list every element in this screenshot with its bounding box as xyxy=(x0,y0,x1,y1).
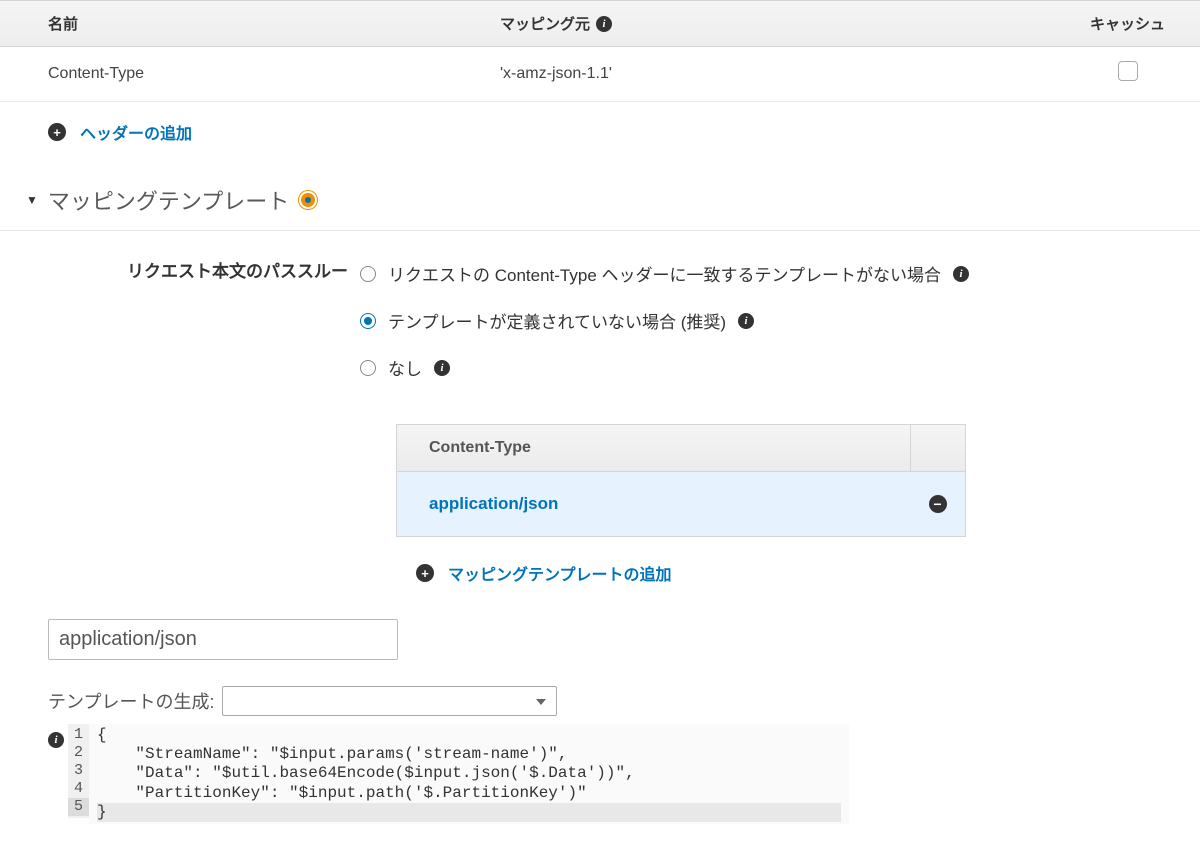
code-editor[interactable]: i 12345 { "StreamName": "$input.params('… xyxy=(48,724,1180,824)
radio-option-none[interactable]: なし i xyxy=(360,349,1180,396)
info-icon[interactable]: i xyxy=(434,360,450,376)
template-editor-block: テンプレートの生成: i 12345 { "StreamName": "$inp… xyxy=(0,591,1200,824)
column-source-label: マッピング元 xyxy=(500,13,590,34)
radio-option-no-template[interactable]: テンプレートが定義されていない場合 (推奨) i xyxy=(360,302,1180,349)
radio-icon[interactable] xyxy=(360,313,376,329)
content-type-header-label: Content-Type xyxy=(429,439,910,457)
add-template-row[interactable]: + マッピングテンプレートの追加 xyxy=(396,555,1200,591)
column-source: マッピング元 i xyxy=(480,1,1055,46)
passthrough-radio-group: リクエストの Content-Type ヘッダーに一致するテンプレートがない場合… xyxy=(360,255,1180,396)
generate-template-row: テンプレートの生成: xyxy=(48,686,1180,716)
radio-label: なし xyxy=(388,355,422,380)
table-row: Content-Type 'x-amz-json-1.1' xyxy=(0,47,1200,102)
add-header-link[interactable]: ヘッダーの追加 xyxy=(80,120,192,144)
code-info: i xyxy=(48,724,68,748)
generate-label: テンプレートの生成: xyxy=(48,688,214,714)
passthrough-section: リクエスト本文のパススルー リクエストの Content-Type ヘッダーに一… xyxy=(0,231,1200,404)
content-type-value[interactable]: application/json xyxy=(397,472,910,536)
content-type-remove[interactable]: − xyxy=(910,495,965,513)
radio-option-no-match[interactable]: リクエストの Content-Type ヘッダーに一致するテンプレートがない場合… xyxy=(360,255,1180,302)
radio-icon[interactable] xyxy=(360,360,376,376)
plus-icon: + xyxy=(416,564,434,582)
info-icon[interactable]: i xyxy=(738,313,754,329)
header-source-cell[interactable]: 'x-amz-json-1.1' xyxy=(480,47,1055,101)
plus-icon: + xyxy=(48,123,66,141)
mapping-templates-section-title[interactable]: ▼ マッピングテンプレート xyxy=(0,162,1200,231)
info-icon[interactable]: i xyxy=(48,732,64,748)
content-type-table: Content-Type application/json − xyxy=(396,424,966,537)
section-title-text: マッピングテンプレート xyxy=(48,184,289,216)
code-body[interactable]: { "StreamName": "$input.params('stream-n… xyxy=(89,724,849,824)
content-type-table-header: Content-Type xyxy=(397,425,965,472)
content-type-header-action xyxy=(910,425,965,471)
changed-indicator-icon xyxy=(299,191,317,209)
content-type-input[interactable] xyxy=(48,619,398,660)
content-type-row[interactable]: application/json − xyxy=(397,472,965,536)
add-template-link[interactable]: マッピングテンプレートの追加 xyxy=(448,561,672,585)
passthrough-label: リクエスト本文のパススルー xyxy=(20,255,360,396)
column-name: 名前 xyxy=(0,1,480,46)
header-cache-cell xyxy=(1055,47,1200,101)
add-header-row[interactable]: + ヘッダーの追加 xyxy=(0,102,1200,162)
radio-label: テンプレートが定義されていない場合 (推奨) xyxy=(388,308,726,333)
info-icon[interactable]: i xyxy=(953,266,969,282)
header-name-cell[interactable]: Content-Type xyxy=(0,47,480,101)
code-gutter: 12345 xyxy=(68,724,89,818)
caret-down-icon: ▼ xyxy=(26,193,38,207)
headers-table-header: 名前 マッピング元 i キャッシュ xyxy=(0,0,1200,47)
generate-template-dropdown[interactable] xyxy=(222,686,557,716)
radio-label: リクエストの Content-Type ヘッダーに一致するテンプレートがない場合 xyxy=(388,261,941,286)
column-cache: キャッシュ xyxy=(1055,1,1200,46)
minus-icon: − xyxy=(929,495,947,513)
radio-icon[interactable] xyxy=(360,266,376,282)
cache-checkbox[interactable] xyxy=(1118,61,1138,81)
info-icon[interactable]: i xyxy=(596,16,612,32)
